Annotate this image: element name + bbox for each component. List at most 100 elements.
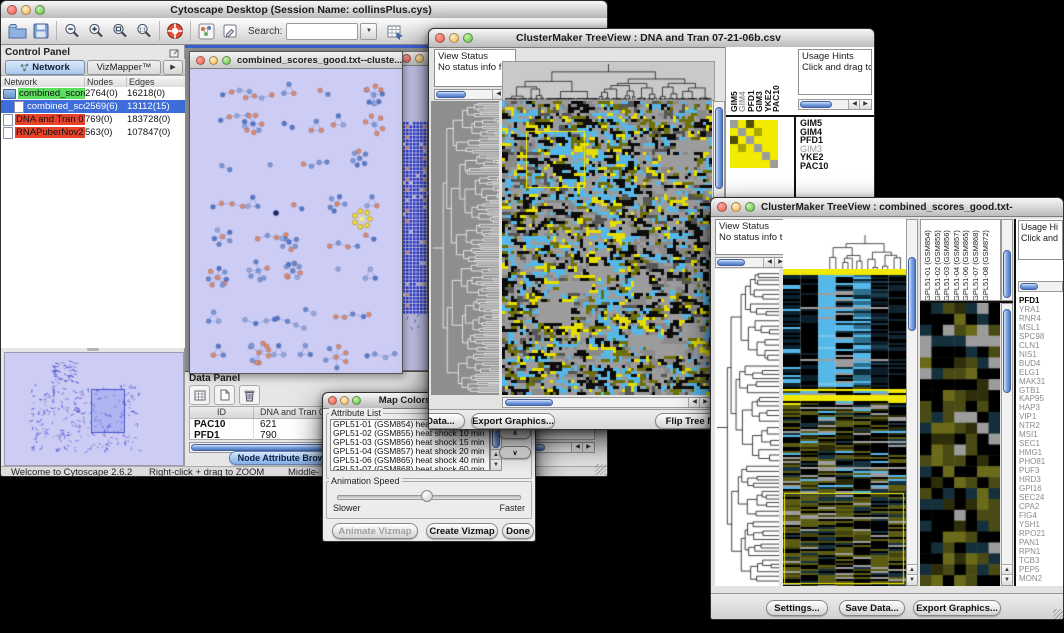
animate-vizmap-button[interactable]: Animate Vizmap xyxy=(332,523,418,539)
zoom-window-icon[interactable] xyxy=(35,5,45,15)
column-label[interactable]: GIM4 xyxy=(738,50,746,112)
scroll-right-icon[interactable]: ▶ xyxy=(582,443,594,452)
tv2-column-dendrogram[interactable] xyxy=(783,219,906,269)
network-row[interactable]: combined_scores 2764(0) 16218(0) xyxy=(1,87,185,100)
scroll-right-icon[interactable]: ▶ xyxy=(859,100,871,109)
tv2-row-dendrogram[interactable] xyxy=(715,269,779,586)
col-header-network[interactable]: Network xyxy=(1,77,85,87)
column-label[interactable]: GPL51-03 (GSM856) xyxy=(942,221,952,301)
resize-grip[interactable] xyxy=(595,464,606,475)
search-dropdown-icon[interactable]: ▼ xyxy=(360,23,377,40)
import-table-icon[interactable] xyxy=(383,20,407,43)
treeview1-titlebar[interactable]: ClusterMaker TreeView : DNA and Tran 07-… xyxy=(429,29,874,48)
tv2-heatmap-vscrollbar[interactable]: ▲ ▼ xyxy=(906,219,918,586)
tv2-usage-scrollbar[interactable] xyxy=(1018,281,1063,292)
delete-attribute-trash-icon[interactable] xyxy=(239,385,260,405)
scroll-down-icon[interactable]: ▼ xyxy=(491,459,501,470)
attribute-list-item[interactable]: GPL51-07 (GSM868) heat shock 60 min xyxy=(331,465,489,471)
minimize-icon[interactable] xyxy=(731,202,741,212)
tv2-labels-vscrollbar[interactable] xyxy=(1001,219,1013,301)
column-label[interactable]: YKE2 xyxy=(764,50,772,112)
tv1-zoom-matrix[interactable] xyxy=(730,120,778,168)
tv1-usage-scrollbar[interactable]: ◀ ▶ xyxy=(798,99,872,110)
tv2-heatmap[interactable] xyxy=(783,269,906,586)
minimize-icon[interactable] xyxy=(21,5,31,15)
network-canvas-1[interactable] xyxy=(190,69,400,372)
scrollbar-thumb[interactable] xyxy=(1003,250,1011,298)
tv1-row-dendrogram[interactable] xyxy=(431,101,499,395)
treeview2-titlebar[interactable]: ClusterMaker TreeView : combined_scores_… xyxy=(711,198,1063,217)
gene-label[interactable]: MON2 xyxy=(1019,575,1045,584)
network-row[interactable]: combined_sco 2569(6) 13112(15) xyxy=(1,100,185,113)
column-label[interactable]: GIM3 xyxy=(755,50,763,112)
column-label[interactable]: GPL51-07 (GSM868) xyxy=(971,221,981,301)
zoom-selected-icon[interactable] xyxy=(108,20,132,43)
column-label[interactable]: GPL51-01 (GSM854) xyxy=(923,221,933,301)
done-button[interactable]: Done xyxy=(502,523,534,539)
zoom-window-icon[interactable] xyxy=(222,56,231,65)
scroll-down-icon[interactable]: ▼ xyxy=(907,574,917,585)
float-panel-icon[interactable] xyxy=(169,48,180,58)
tv1-heatmap-hscrollbar[interactable]: ◀ ▶ xyxy=(502,397,712,408)
close-icon[interactable] xyxy=(402,54,411,63)
zoom-window-icon[interactable] xyxy=(352,396,361,405)
zoom-out-icon[interactable] xyxy=(60,20,84,43)
column-label[interactable]: GPL51-02 (GSM855) xyxy=(933,221,943,301)
tab-overflow-icon[interactable]: ▶ xyxy=(163,60,183,75)
settings-button[interactable]: Settings... xyxy=(766,600,828,616)
main-titlebar[interactable]: Cytoscape Desktop (Session Name: collins… xyxy=(1,1,607,19)
vizmapper-icon[interactable] xyxy=(194,20,218,43)
close-icon[interactable] xyxy=(328,396,337,405)
save-data-button[interactable]: Save Data... xyxy=(428,413,465,429)
move-down-button[interactable]: ∨ xyxy=(499,446,531,459)
help-lifering-icon[interactable] xyxy=(163,20,187,43)
minimize-icon[interactable] xyxy=(449,33,459,43)
network-row[interactable]: DNA and Tran 07 769(0) 183728(0) xyxy=(1,113,185,126)
column-label[interactable]: PAC10 xyxy=(772,50,780,112)
scrollbar-thumb[interactable] xyxy=(505,399,553,406)
tv2-zoom-vscrollbar[interactable]: ▲ ▼ xyxy=(1001,303,1013,586)
zoom-window-icon[interactable] xyxy=(745,202,755,212)
close-icon[interactable] xyxy=(435,33,445,43)
panel-resize-handle[interactable] xyxy=(87,348,99,351)
tv2-status-scrollbar[interactable]: ◀ ▶ xyxy=(715,257,787,268)
select-attributes-icon[interactable] xyxy=(189,385,210,405)
tv2-zoom-heatmap[interactable] xyxy=(920,303,1000,586)
annotation-icon[interactable] xyxy=(218,20,242,43)
minimize-icon[interactable] xyxy=(209,56,218,65)
zoom-in-icon[interactable] xyxy=(84,20,108,43)
speed-slider-thumb[interactable] xyxy=(421,490,433,502)
network-overview-canvas[interactable] xyxy=(4,352,184,466)
create-vizmap-button[interactable]: Create Vizmap xyxy=(426,523,498,539)
save-data-button[interactable]: Save Data... xyxy=(839,600,905,616)
tv1-column-dendrogram[interactable] xyxy=(502,61,715,101)
close-icon[interactable] xyxy=(717,202,727,212)
export-graphics-button[interactable]: Export Graphics... xyxy=(471,413,555,429)
minimize-icon[interactable] xyxy=(415,54,424,63)
col-header-nodes[interactable]: Nodes xyxy=(85,77,127,87)
col-header-edges[interactable]: Edges xyxy=(127,77,185,87)
new-attribute-icon[interactable] xyxy=(214,385,235,405)
column-label[interactable]: GPL51-04 (GSM857) xyxy=(952,221,962,301)
close-icon[interactable] xyxy=(196,56,205,65)
export-graphics-button[interactable]: Export Graphics... xyxy=(913,600,1001,616)
scroll-down-icon[interactable]: ▼ xyxy=(1002,574,1012,585)
search-input[interactable] xyxy=(286,23,358,40)
tv1-heatmap[interactable] xyxy=(502,101,712,395)
column-label[interactable]: GPL51-06 (GSM865) xyxy=(961,221,971,301)
network-row[interactable]: RNAPuberNov2+ 563(0) 107847(0) xyxy=(1,126,185,139)
zoom-fit-icon[interactable]: 1:1 xyxy=(132,20,156,43)
zoom-window-icon[interactable] xyxy=(463,33,473,43)
tab-network[interactable]: Network xyxy=(5,60,85,75)
resize-grip[interactable] xyxy=(1053,609,1064,620)
table-col-id[interactable]: ID xyxy=(190,407,254,418)
save-session-icon[interactable] xyxy=(29,20,53,43)
close-icon[interactable] xyxy=(7,5,17,15)
column-label[interactable]: PFD1 xyxy=(747,50,755,112)
scrollbar-thumb[interactable] xyxy=(715,107,723,189)
open-session-icon[interactable] xyxy=(5,20,29,43)
scrollbar-thumb[interactable] xyxy=(908,257,916,331)
gene-label[interactable]: PAC10 xyxy=(800,162,828,171)
tab-vizmapper[interactable]: VizMapper™ xyxy=(87,60,161,75)
scrollbar-thumb[interactable] xyxy=(1003,309,1011,393)
